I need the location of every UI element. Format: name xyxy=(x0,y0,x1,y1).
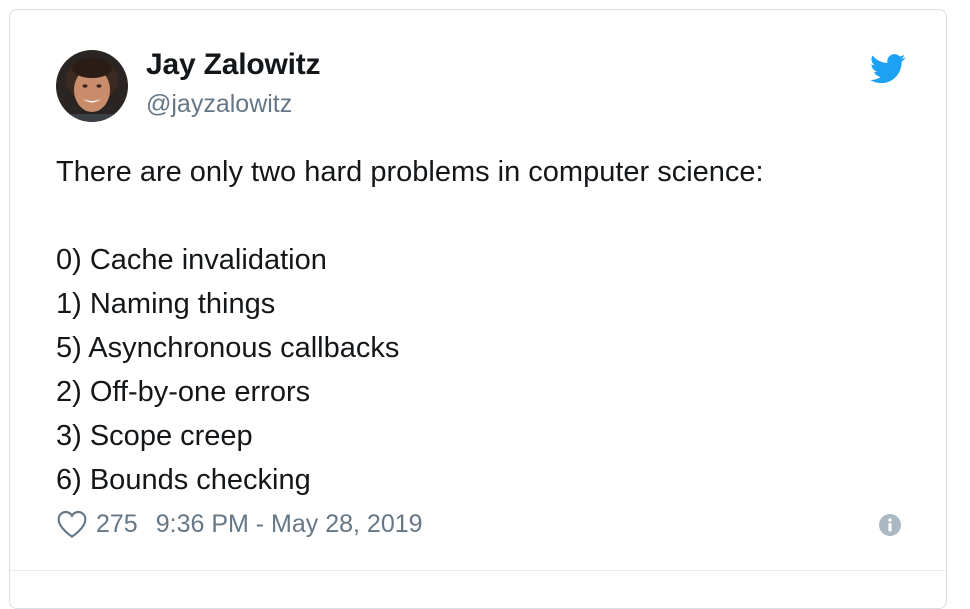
list-item: 3) Scope creep xyxy=(56,420,253,452)
list-item: 2) Off-by-one errors xyxy=(56,376,311,408)
list-item: 5) Asynchronous callbacks xyxy=(56,332,400,364)
divider xyxy=(10,570,946,571)
author-handle[interactable]: @jayzalowitz xyxy=(146,90,292,119)
list-item: 0) Cache invalidation xyxy=(56,244,327,276)
tweet-card: Jay Zalowitz @jayzalowitz There are only… xyxy=(9,9,947,609)
avatar[interactable] xyxy=(56,50,128,122)
tweet-footer: 275 9:36 PM - May 28, 2019 xyxy=(56,506,423,542)
tweet-text: There are only two hard problems in comp… xyxy=(56,150,916,502)
tweet-timestamp[interactable]: 9:36 PM - May 28, 2019 xyxy=(156,510,423,539)
like-count[interactable]: 275 xyxy=(96,510,138,539)
twitter-bird-icon[interactable] xyxy=(870,54,906,84)
heart-outline-icon[interactable] xyxy=(56,509,88,539)
author-name[interactable]: Jay Zalowitz xyxy=(146,48,321,82)
list-item: 1) Naming things xyxy=(56,288,276,320)
avatar-image xyxy=(56,50,128,122)
tweet-intro: There are only two hard problems in comp… xyxy=(56,156,764,188)
info-circle-icon[interactable] xyxy=(878,513,902,537)
list-item: 6) Bounds checking xyxy=(56,464,311,496)
